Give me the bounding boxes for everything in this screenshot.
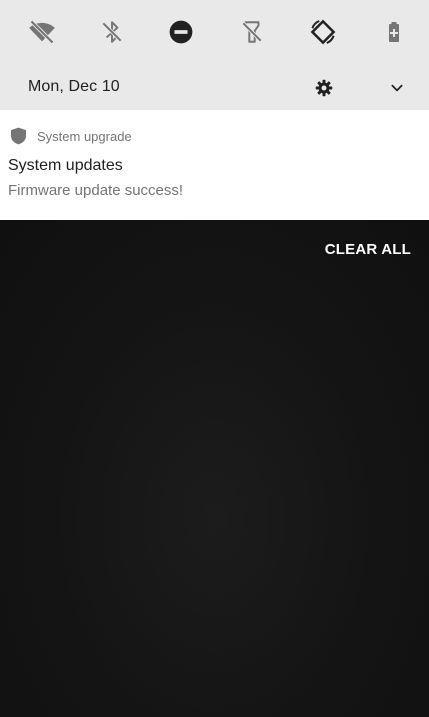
date-label: Mon, Dec 10	[28, 78, 120, 95]
shield-icon	[8, 126, 29, 146]
notification-header: System upgrade	[8, 126, 132, 146]
auto-rotate-icon[interactable]	[303, 12, 343, 52]
wifi-off-icon[interactable]	[22, 12, 62, 52]
status-row: Mon, Dec 10	[0, 64, 429, 110]
battery-saver-icon[interactable]	[374, 12, 414, 52]
notification-text: Firmware update success!	[8, 182, 184, 199]
chevron-down-icon[interactable]	[385, 76, 409, 100]
bluetooth-off-icon[interactable]	[92, 12, 132, 52]
gear-icon[interactable]	[312, 76, 336, 100]
notification-title: System updates	[8, 157, 123, 174]
quick-settings-panel: Mon, Dec 10	[0, 0, 429, 110]
quick-settings-tiles	[0, 0, 429, 64]
clear-all-button[interactable]: CLEAR ALL	[325, 241, 411, 258]
flashlight-off-icon[interactable]	[232, 12, 272, 52]
notification-app-name: System upgrade	[37, 128, 132, 144]
notification-shade-background: CLEAR ALL	[0, 220, 429, 717]
notification-card[interactable]: System upgrade System updates Firmware u…	[0, 110, 429, 220]
do-not-disturb-icon[interactable]	[161, 12, 201, 52]
